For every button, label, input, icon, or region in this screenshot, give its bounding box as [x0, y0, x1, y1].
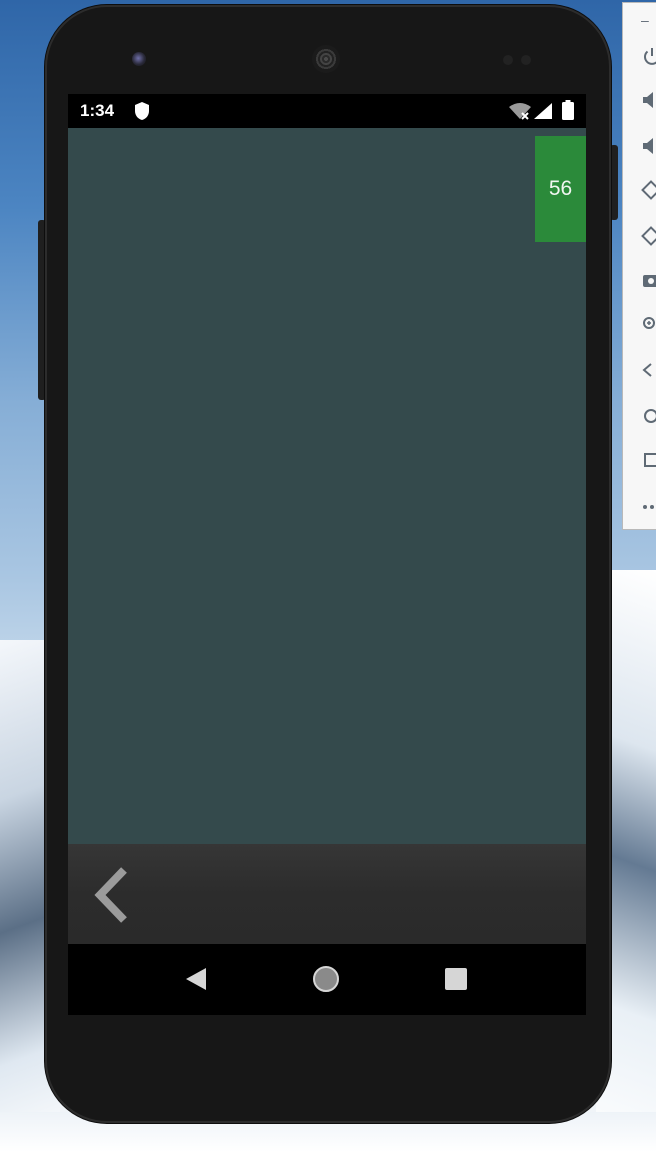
volume-up-icon[interactable] [641, 89, 656, 111]
overview-icon[interactable] [641, 449, 656, 471]
recents-square-icon[interactable] [438, 961, 474, 997]
camera-icon[interactable] [641, 269, 656, 291]
back-icon[interactable] [641, 359, 656, 381]
chevron-left-icon[interactable] [90, 864, 138, 926]
zoom-icon[interactable] [641, 313, 656, 335]
home-icon[interactable] [641, 405, 656, 427]
volume-down-icon[interactable] [641, 135, 656, 157]
wifi-off-icon [509, 103, 531, 120]
power-icon[interactable] [641, 45, 656, 67]
status-bar: 1:34 [68, 94, 586, 128]
minimize-icon[interactable]: – [641, 9, 656, 31]
rotate-left-icon[interactable] [641, 179, 656, 201]
system-navigation-bar [68, 944, 586, 1015]
signal-icon [534, 103, 552, 119]
more-icon[interactable] [641, 495, 656, 517]
app-bottom-bar [68, 844, 586, 944]
front-camera-icon [132, 52, 146, 66]
emulator-toolbar: – [622, 2, 656, 530]
battery-icon [562, 100, 574, 120]
home-circle-icon[interactable] [308, 961, 344, 997]
proximity-sensor [503, 55, 513, 65]
counter-badge[interactable]: 56 [535, 136, 586, 242]
back-triangle-icon[interactable] [178, 961, 214, 997]
app-content-area[interactable]: 56 [68, 128, 586, 844]
light-sensor [521, 55, 531, 65]
earpiece-speaker [312, 45, 340, 73]
shield-icon [135, 102, 149, 120]
phone-side-button-right [610, 145, 618, 220]
rotate-right-icon[interactable] [641, 225, 656, 247]
status-time: 1:34 [80, 101, 115, 120]
device-screen: 1:34 56 [68, 94, 586, 1015]
